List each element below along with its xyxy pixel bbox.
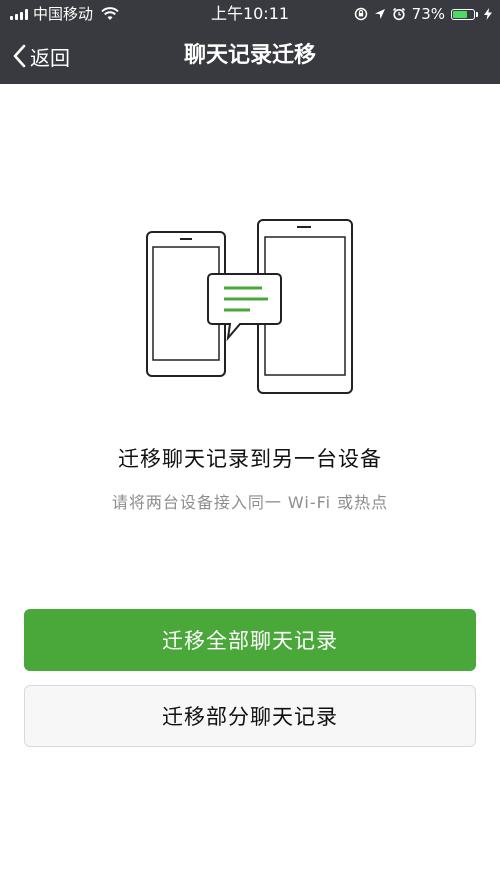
battery-cap <box>476 11 478 17</box>
battery-level-fill <box>453 10 467 18</box>
battery-percent: 73% <box>411 5 445 23</box>
migrate-all-button[interactable]: 迁移全部聊天记录 <box>24 609 476 671</box>
navigation-bar: 返回 聊天记录迁移 <box>0 28 500 84</box>
battery-icon <box>451 8 475 20</box>
two-phones-chat-transfer-icon <box>146 219 353 394</box>
page-title: 聊天记录迁移 <box>183 43 316 68</box>
status-bar: 中国移动 上午10:11 73% <box>0 0 500 28</box>
charging-bolt-icon <box>484 8 492 20</box>
status-bar-right: 73% <box>354 0 492 28</box>
top-bar: 中国移动 上午10:11 73% 返回 聊天记录迁移 <box>0 0 500 84</box>
migrate-partial-button[interactable]: 迁移部分聊天记录 <box>24 685 476 747</box>
headline: 迁移聊天记录到另一台设备 <box>118 447 382 471</box>
alarm-clock-icon <box>392 7 405 21</box>
instruction-text: 请将两台设备接入同一 Wi-Fi 或热点 <box>111 493 389 512</box>
orientation-lock-icon <box>354 7 367 21</box>
location-arrow-icon <box>374 9 385 19</box>
